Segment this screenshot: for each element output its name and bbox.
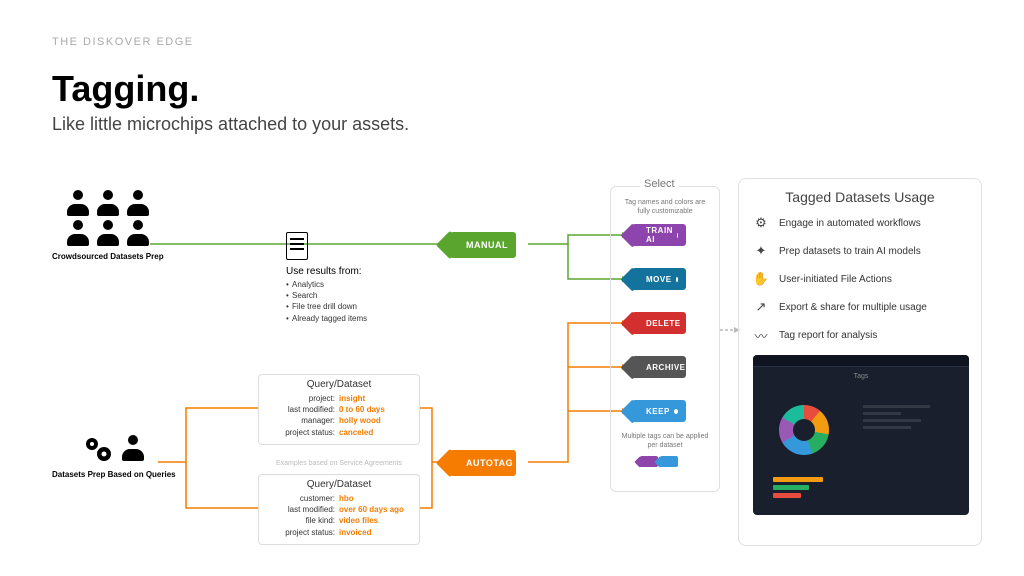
chart-icon: 〰 (753, 327, 769, 343)
keep-tag: KEEP (632, 400, 686, 422)
usage-title: Tagged Datasets Usage (753, 189, 967, 205)
crowdsourced-block: Crowdsourced Datasets Prep (52, 190, 164, 262)
use-results-item: Already tagged items (286, 313, 367, 324)
person-icon (65, 220, 91, 246)
usage-item-label: Prep datasets to train AI models (779, 246, 921, 257)
gears-icon: ⚙ (753, 215, 769, 231)
person-icon (95, 220, 121, 246)
mini-tags (640, 456, 678, 467)
document-icon (286, 232, 308, 260)
usage-item-label: User-initiated File Actions (779, 274, 892, 285)
use-results-item: Search (286, 290, 367, 301)
usage-panel: Tagged Datasets Usage ⚙ Engage in automat… (738, 178, 982, 546)
usage-item-label: Engage in automated workflows (779, 218, 921, 229)
person-icon (120, 435, 146, 461)
usage-item-label: Tag report for analysis (779, 330, 877, 341)
queries-label: Datasets Prep Based on Queries (52, 470, 176, 480)
select-label: Select (640, 178, 679, 190)
document-block: Use results from: Analytics Search File … (286, 232, 367, 324)
queries-block: Datasets Prep Based on Queries (52, 432, 176, 480)
person-icon (95, 190, 121, 216)
crowd-label: Crowdsourced Datasets Prep (52, 252, 164, 262)
delete-tag: DELETE (632, 312, 686, 334)
use-results-item: Analytics (286, 279, 367, 290)
title-dot: . (189, 68, 199, 109)
select-note-bottom: Multiple tags can be applied per dataset (620, 432, 710, 450)
gears-icon (82, 432, 114, 464)
hand-icon: ✋ (753, 271, 769, 287)
qbox-note: Examples based on Service Agreements (258, 460, 420, 467)
autotag-tag: AUTOTAG (450, 450, 516, 476)
person-icon (125, 220, 151, 246)
qbox-title: Query/Dataset (267, 379, 411, 390)
page-title: Tagging (52, 68, 189, 109)
query-dataset-box-2: Query/Dataset customer:hbo last modified… (258, 474, 420, 545)
subtitle: Like little microchips attached to your … (52, 114, 409, 135)
donut-chart-icon (779, 405, 829, 455)
tags-screenshot: Tags (753, 355, 969, 515)
query-dataset-box-1: Query/Dataset project:insight last modif… (258, 374, 420, 445)
screenshot-tags-label: Tags (854, 373, 869, 380)
use-results-item: File tree drill down (286, 301, 367, 312)
person-icon (65, 190, 91, 216)
use-results-lead: Use results from: (286, 266, 367, 277)
mini-tag-icon (660, 456, 678, 467)
archive-tag: ARCHIVE (632, 356, 686, 378)
trainai-tag: TRAIN AI (632, 224, 686, 246)
eyebrow: THE DISKOVER EDGE (52, 36, 409, 48)
select-note-top: Tag names and colors are fully customiza… (620, 198, 710, 216)
usage-item-label: Export & share for multiple usage (779, 302, 927, 313)
move-tag: MOVE (632, 268, 686, 290)
export-icon: ↗ (753, 299, 769, 315)
manual-tag: MANUAL (450, 232, 516, 258)
person-icon (125, 190, 151, 216)
qbox-title: Query/Dataset (267, 479, 411, 490)
brain-icon: ✦ (753, 243, 769, 259)
